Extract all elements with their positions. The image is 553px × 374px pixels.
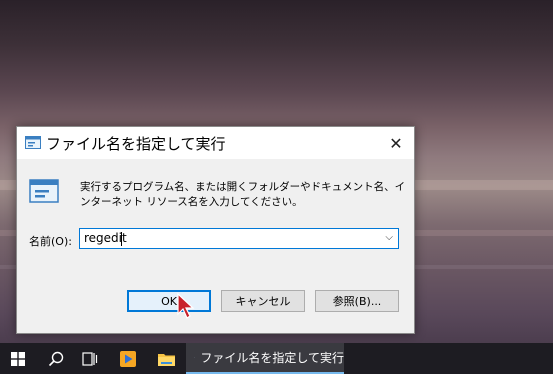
run-icon	[25, 136, 41, 149]
media-player-icon	[120, 350, 136, 367]
windows-start-icon	[11, 351, 25, 366]
media-player-taskbar-button[interactable]	[110, 343, 146, 374]
cancel-button[interactable]: キャンセル	[221, 290, 305, 312]
open-field-label: 名前(O):	[29, 235, 72, 248]
text-caret	[121, 232, 122, 246]
taskbar: ファイル名を指定して実行	[0, 343, 553, 374]
close-button[interactable]: ✕	[378, 127, 414, 159]
mouse-pointer-icon	[177, 292, 195, 319]
search-icon	[48, 351, 64, 366]
chevron-down-icon[interactable]: ⌵	[385, 232, 393, 243]
close-icon: ✕	[389, 133, 403, 153]
start-button[interactable]	[0, 343, 36, 374]
task-view-button[interactable]	[72, 343, 108, 374]
task-view-icon	[82, 351, 98, 366]
dialog-titlebar[interactable]: ファイル名を指定して実行 ✕	[17, 127, 414, 159]
run-dialog-taskbar-button[interactable]: ファイル名を指定して実行	[186, 343, 344, 374]
open-combobox[interactable]: regedit ⌵	[79, 228, 399, 249]
dialog-title: ファイル名を指定して実行	[46, 135, 226, 153]
ok-button[interactable]: OK	[127, 290, 211, 312]
run-dialog: ファイル名を指定して実行 ✕ 実行するプログラム名、または開くフォルダーやドキュ…	[16, 126, 415, 334]
file-explorer-taskbar-button[interactable]	[148, 343, 184, 374]
browse-button[interactable]: 参照(B)...	[315, 290, 399, 312]
file-explorer-icon	[157, 353, 175, 366]
dialog-description: 実行するプログラム名、または開くフォルダーやドキュメント名、インターネット リソ…	[80, 181, 406, 208]
taskbar-item-label: ファイル名を指定して実行	[200, 351, 344, 365]
search-button[interactable]	[38, 343, 74, 374]
run-large-icon	[29, 179, 59, 203]
